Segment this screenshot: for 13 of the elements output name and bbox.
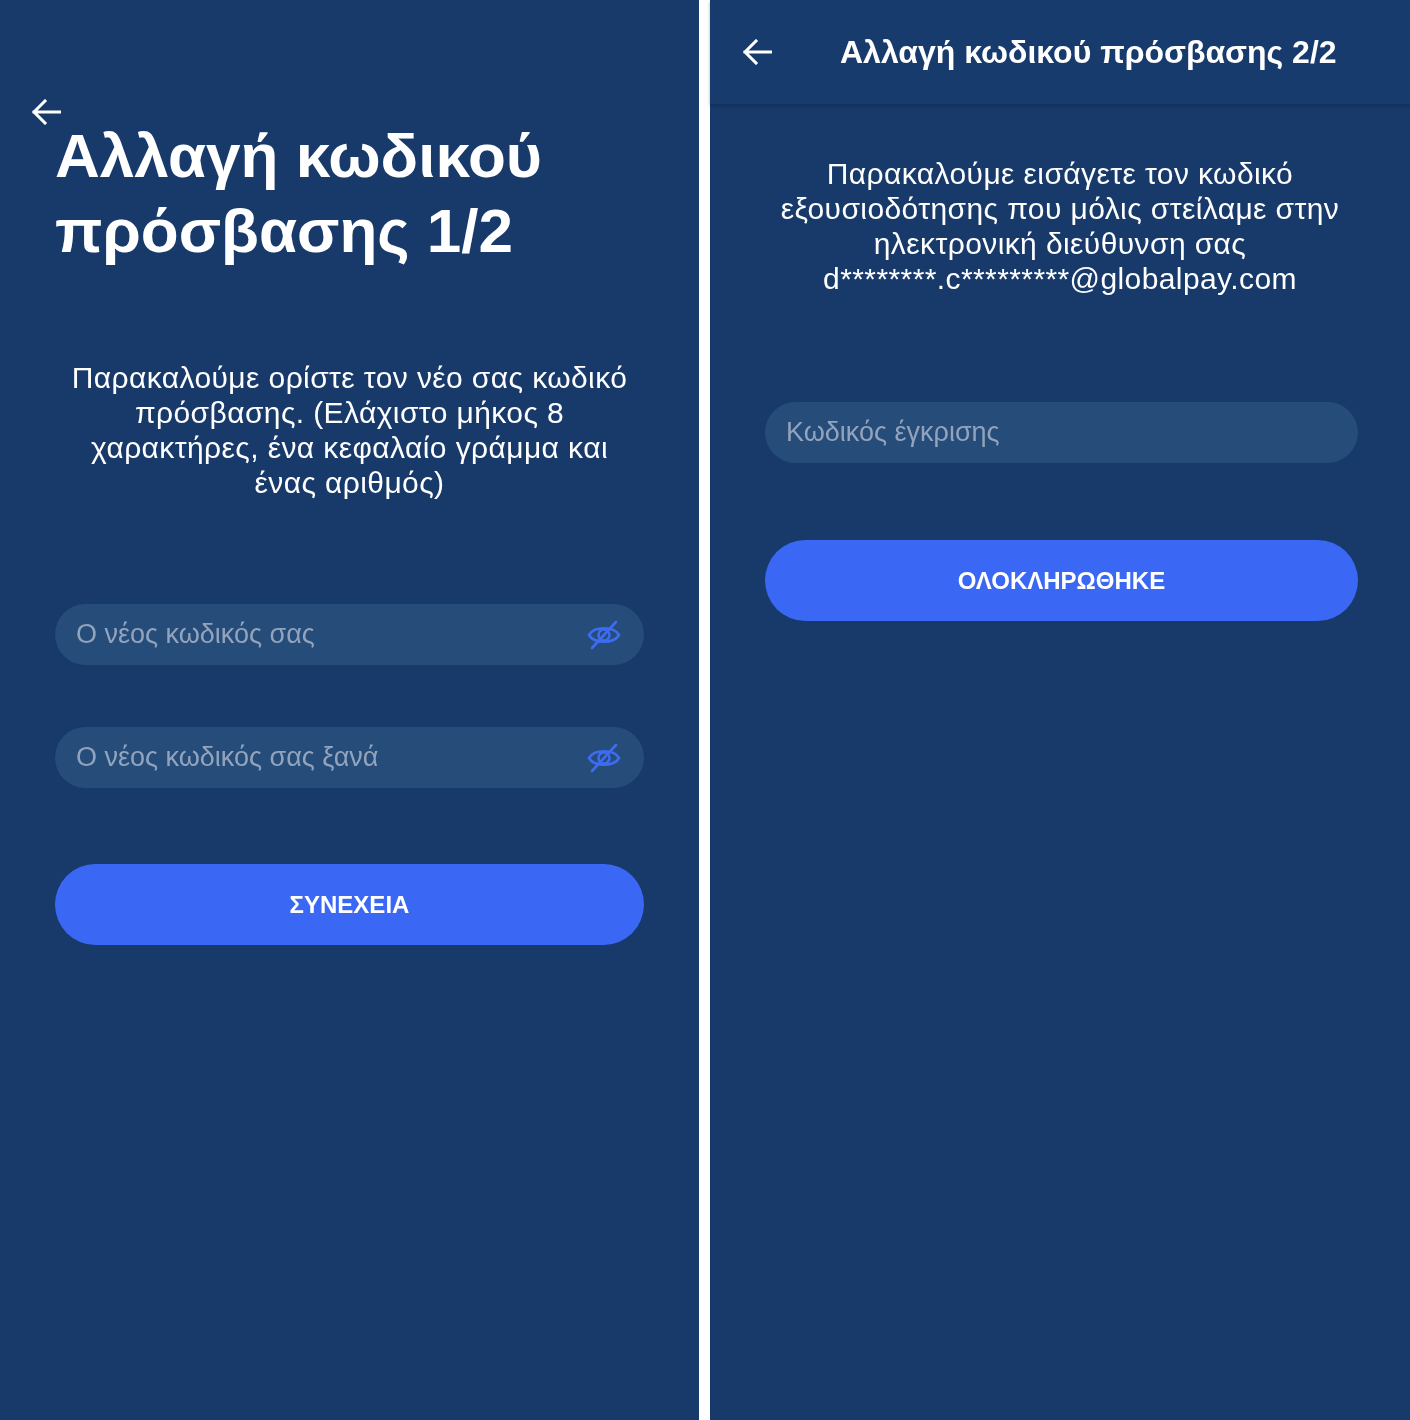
- page-title: Αλλαγή κωδικού πρόσβασης 1/2: [55, 120, 543, 267]
- password-field[interactable]: Ο νέος κωδικός σας: [55, 604, 644, 665]
- instructions-text: Παρακαλούμε εισάγετε τον κωδικό εξουσιοδότησης που μόλις στείλαμε στην ηλεκτρονική διεύθυνση σας d********.c*********@globalpay.com: [779, 156, 1341, 296]
- back-button[interactable]: [31, 98, 61, 126]
- continue-button[interactable]: ΣΥΝΕΧΕΙΑ: [55, 864, 644, 945]
- back-arrow-icon: [742, 39, 772, 65]
- instructions-text: Παρακαλούμε ορίστε τον νέο σας κωδικό πρόσβασης. (Ελάχιστο μήκος 8 χαρακτήρες, ένα κεφαλαίο γράμμα και ένας αριθμός): [70, 360, 629, 500]
- code-field[interactable]: Κωδικός έγκρισης: [765, 402, 1358, 463]
- complete-button[interactable]: ΟΛΟΚΛΗΡΩΘΗΚΕ: [765, 540, 1358, 621]
- page-title: Αλλαγή κωδικού πρόσβασης 2/2: [840, 33, 1337, 71]
- back-arrow-icon: [31, 99, 61, 125]
- back-button[interactable]: [742, 38, 772, 66]
- password-field[interactable]: Ο νέος κωδικός σας ξανά: [55, 727, 644, 788]
